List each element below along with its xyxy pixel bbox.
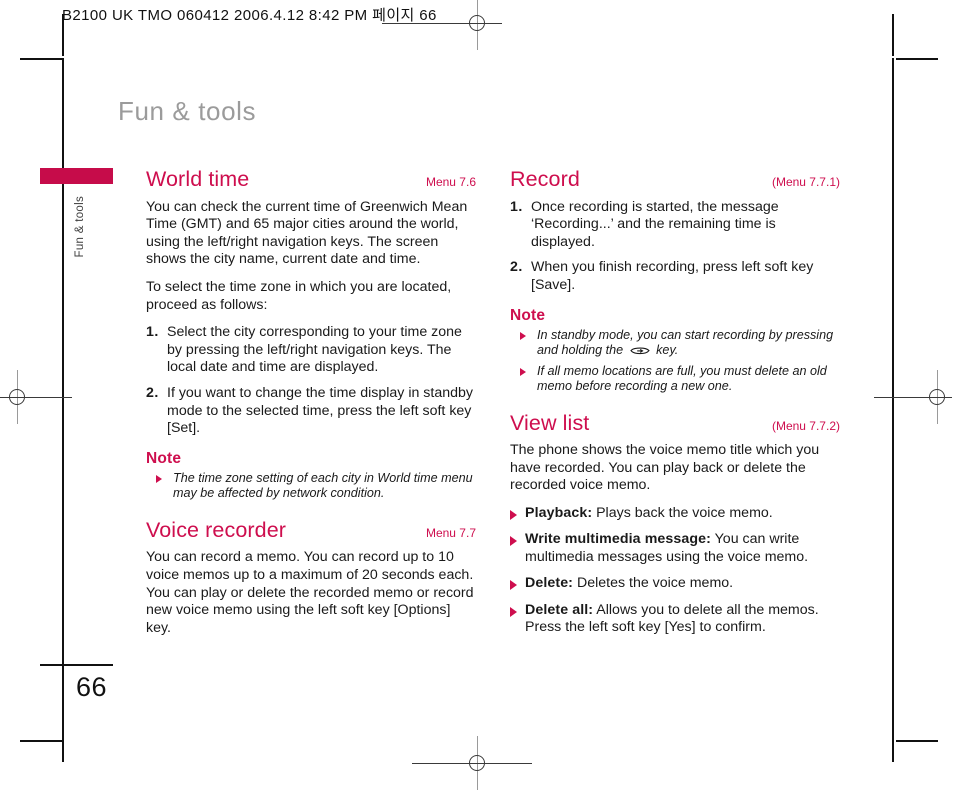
section-title: Voice recorder: [146, 517, 287, 542]
section-heading-row: View list (Menu 7.7.2): [510, 410, 840, 436]
chapter-tab-label: Fun & tools: [74, 196, 86, 258]
page-number: 66: [76, 672, 108, 702]
option-term: Playback:: [525, 505, 593, 522]
section-world-time: World time Menu 7.6 You can check the cu…: [146, 167, 476, 501]
note-heading: Note: [510, 306, 546, 324]
numbered-step-list: 1. Once recording is started, the messag…: [510, 199, 840, 295]
section-heading-row: Record (Menu 7.7.1): [510, 167, 840, 192]
list-item: Delete: Deletes the voice memo.: [510, 575, 840, 592]
section-heading-row: Voice recorder Menu 7.7: [146, 517, 476, 543]
section-record: Record (Menu 7.7.1) 1. Once recording is…: [510, 167, 840, 394]
section-menu-reference: (Menu 7.7.1): [771, 175, 840, 189]
section-menu-reference: Menu 7.6: [425, 175, 476, 189]
triangle-bullet-icon: [156, 474, 162, 483]
triangle-bullet-icon: [510, 606, 517, 617]
note-list: In standby mode, you can start recording…: [510, 328, 840, 394]
chapter-tab-block: [40, 168, 113, 184]
list-item: 2. If you want to change the time displa…: [146, 385, 476, 438]
running-head: Fun & tools: [118, 96, 257, 126]
section-title: World time: [146, 167, 250, 191]
option-description: Deletes the voice memo.: [573, 575, 734, 592]
section-voice-recorder: Voice recorder Menu 7.7 You can record a…: [146, 517, 476, 638]
list-item: 1. Once recording is started, the messag…: [510, 199, 840, 252]
list-item: If all memo locations are full, you must…: [520, 364, 840, 394]
note-list: The time zone setting of each city in Wo…: [146, 471, 476, 501]
section-menu-reference: Menu 7.7: [425, 525, 476, 540]
section-heading-row: World time Menu 7.6: [146, 167, 476, 192]
note-heading: Note: [146, 449, 182, 467]
triangle-bullet-icon: [510, 536, 517, 547]
note-text-after: key.: [652, 342, 679, 357]
section-view-list: View list (Menu 7.7.2) The phone shows t…: [510, 410, 840, 637]
option-term: Write multimedia message:: [525, 531, 711, 548]
list-item: Playback: Plays back the voice memo.: [510, 505, 840, 522]
step-number: 1.: [146, 324, 159, 341]
paragraph: To select the time zone in which you are…: [146, 279, 452, 313]
step-text: Once recording is started, the message ‘…: [531, 198, 779, 250]
paragraph: You can check the current time of Greenw…: [146, 198, 468, 268]
right-column: Record (Menu 7.7.1) 1. Once recording is…: [510, 167, 840, 645]
step-number: 2.: [146, 384, 159, 401]
option-description: Plays back the voice memo.: [592, 505, 773, 522]
note-text: In standby mode, you can start recording…: [537, 327, 834, 357]
section-title: View list: [510, 410, 590, 435]
list-item: In standby mode, you can start recording…: [520, 328, 840, 360]
paragraph: The phone shows the voice memo title whi…: [510, 442, 820, 494]
clear-key-icon: [629, 345, 651, 360]
list-item: Write multimedia message: You can write …: [510, 531, 840, 566]
triangle-bullet-icon: [520, 331, 526, 340]
step-number: 2.: [510, 259, 523, 276]
section-menu-reference: (Menu 7.7.2): [771, 418, 840, 433]
section-title: Record: [510, 167, 580, 191]
list-item: The time zone setting of each city in Wo…: [156, 471, 476, 501]
option-term: Delete:: [525, 575, 574, 592]
left-column: World time Menu 7.6 You can check the cu…: [146, 167, 476, 647]
note-text: If all memo locations are full, you must…: [537, 363, 827, 393]
step-text: If you want to change the time display i…: [167, 384, 474, 437]
manual-page: Fun & tools Fun & tools 66 World time Me…: [0, 0, 954, 794]
numbered-step-list: 1. Select the city corresponding to your…: [146, 324, 476, 438]
step-number: 1.: [510, 198, 523, 215]
triangle-bullet-icon: [510, 510, 517, 521]
option-list: Playback: Plays back the voice memo. Wri…: [510, 505, 840, 636]
paragraph: You can record a memo. You can record up…: [146, 549, 474, 636]
note-text: The time zone setting of each city in Wo…: [173, 470, 473, 500]
option-term: Delete all:: [525, 601, 594, 618]
list-item: 1. Select the city corresponding to your…: [146, 324, 476, 377]
triangle-bullet-icon: [510, 580, 517, 591]
list-item: 2. When you finish recording, press left…: [510, 259, 840, 294]
triangle-bullet-icon: [520, 367, 526, 376]
step-text: When you finish recording, press left so…: [531, 259, 814, 294]
folio-rule: [40, 664, 113, 666]
step-text: Select the city corresponding to your ti…: [167, 324, 462, 376]
list-item: Delete all: Allows you to delete all the…: [510, 602, 840, 637]
